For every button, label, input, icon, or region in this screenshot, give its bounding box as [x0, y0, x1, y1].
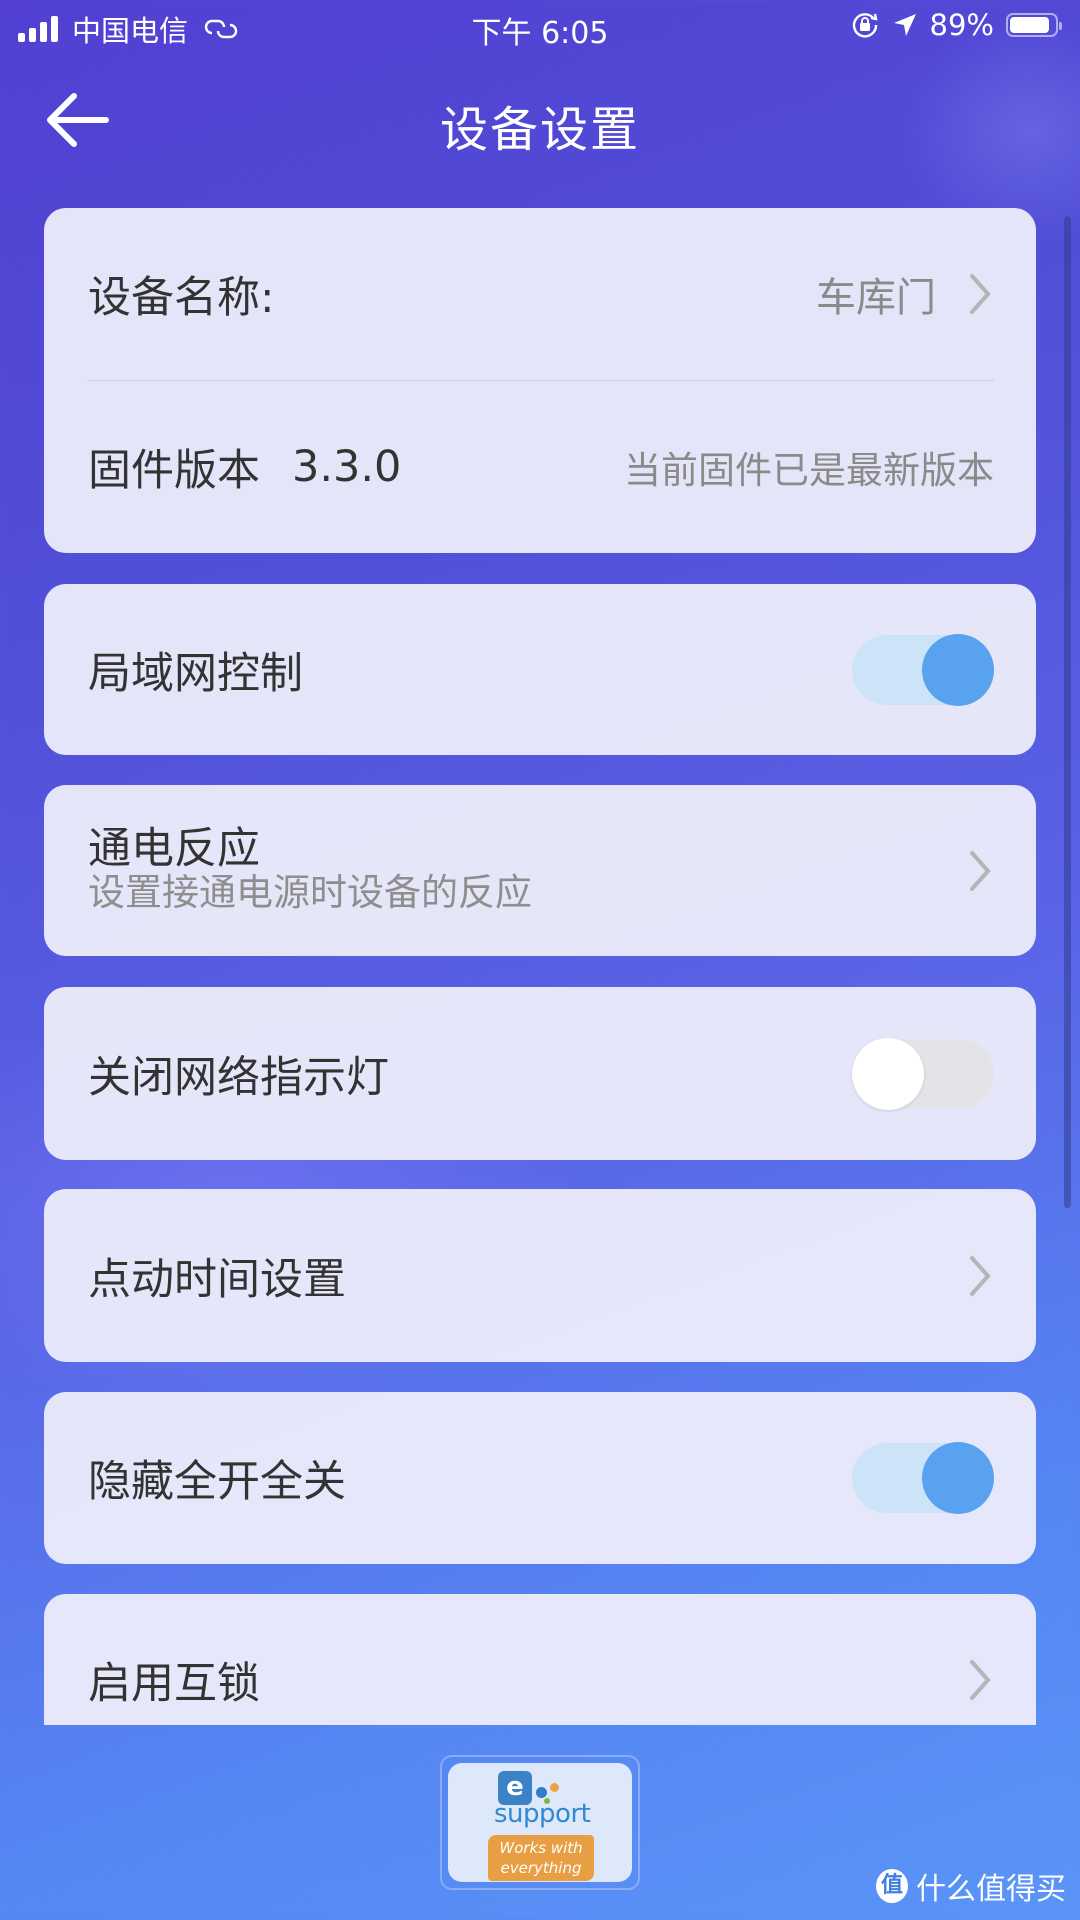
logo-name: support	[494, 1799, 591, 1829]
esupport-logo: e support Works with everything	[440, 1755, 640, 1890]
page-title: 设备设置	[439, 102, 640, 158]
power-on-card: 通电反应 设置接通电源时设备的反应	[44, 785, 1036, 956]
battery-percent: 89%	[929, 8, 994, 42]
chevron-right-icon	[970, 850, 991, 891]
interlock-label: 启用互锁	[88, 1659, 260, 1709]
toggle-knob	[922, 1442, 994, 1514]
rotation-lock-icon	[852, 13, 878, 38]
interlock-row[interactable]: 启用互锁	[44, 1594, 1036, 1725]
firmware-row: 固件版本 3.3.0 当前固件已是最新版本	[44, 381, 1036, 553]
tagline-line-2: everything	[500, 1859, 582, 1877]
status-bar: 中国电信 下午 6:05 89%	[0, 0, 1080, 54]
watermark-text: 什么值得买	[916, 1872, 1066, 1907]
network-led-label: 关闭网络指示灯	[88, 1052, 389, 1103]
firmware-status: 当前固件已是最新版本	[624, 449, 994, 492]
network-led-row: 关闭网络指示灯	[44, 987, 1036, 1160]
power-on-label: 通电反应	[88, 823, 260, 874]
toggle-knob	[922, 633, 994, 706]
chevron-right-icon	[970, 1255, 991, 1296]
battery-icon	[1006, 13, 1062, 37]
watermark: 值 什么值得买	[876, 1864, 1066, 1908]
device-name-row[interactable]: 设备名称: 车库门	[44, 208, 1036, 380]
device-name-label: 设备名称:	[88, 273, 275, 323]
tagline-line-1: Works with	[499, 1839, 583, 1857]
power-on-row[interactable]: 通电反应 设置接通电源时设备的反应	[44, 785, 1036, 956]
lan-control-toggle[interactable]	[852, 633, 994, 706]
inching-card: 点动时间设置	[44, 1189, 1036, 1362]
nav-bar: 设备设置	[0, 70, 1080, 170]
location-icon	[893, 14, 916, 36]
hide-all-toggle[interactable]	[852, 1442, 994, 1514]
lan-control-label: 局域网控制	[88, 648, 303, 699]
watermark-icon: 值	[876, 1869, 908, 1903]
power-on-description: 设置接通电源时设备的反应	[88, 870, 532, 914]
inching-row[interactable]: 点动时间设置	[44, 1189, 1036, 1362]
lan-control-row: 局域网控制	[44, 584, 1036, 755]
settings-list[interactable]: 设备名称: 车库门 固件版本 3.3.0 当前固件已是最新版本 局域网控制 通电…	[0, 208, 1080, 1725]
chevron-right-icon	[970, 274, 991, 314]
lan-control-card: 局域网控制	[44, 584, 1036, 755]
scrollbar[interactable]	[1064, 216, 1071, 1208]
hide-all-card: 隐藏全开全关	[44, 1392, 1036, 1564]
logo-dot	[550, 1783, 559, 1792]
hide-all-label: 隐藏全开全关	[88, 1457, 346, 1507]
firmware-version: 3.3.0	[292, 442, 402, 492]
logo-tagline: Works with everything	[488, 1835, 594, 1881]
network-led-toggle[interactable]	[852, 1037, 994, 1110]
network-led-card: 关闭网络指示灯	[44, 987, 1036, 1160]
device-name-value: 车库门	[816, 275, 936, 321]
logo-dot	[536, 1787, 547, 1798]
device-info-card: 设备名称: 车库门 固件版本 3.3.0 当前固件已是最新版本	[44, 208, 1036, 553]
interlock-card: 启用互锁	[44, 1594, 1036, 1725]
firmware-label: 固件版本	[88, 446, 260, 496]
toggle-knob	[852, 1037, 924, 1110]
hide-all-row: 隐藏全开全关	[44, 1392, 1036, 1564]
inching-label: 点动时间设置	[88, 1254, 346, 1305]
chevron-right-icon	[970, 1660, 991, 1700]
